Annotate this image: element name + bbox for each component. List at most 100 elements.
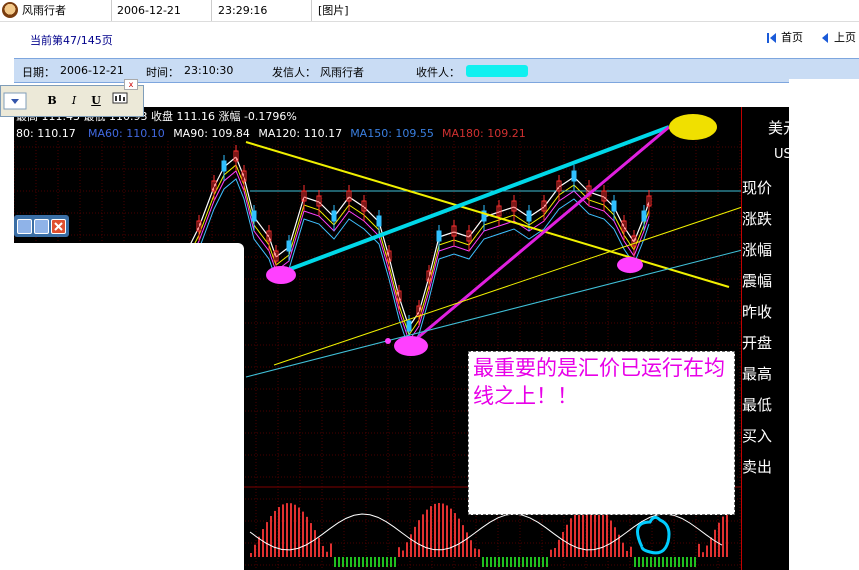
macd-bar xyxy=(626,550,628,557)
macd-bar xyxy=(454,513,456,557)
low-marker xyxy=(617,257,643,273)
right-margin xyxy=(789,79,859,570)
macd-bar xyxy=(258,536,260,557)
macd-bar xyxy=(302,511,304,557)
macd-bar xyxy=(502,557,504,567)
message-date: 2006-12-21 xyxy=(112,0,212,21)
macd-bar xyxy=(558,539,560,557)
format-toolbar: B I U xyxy=(0,85,144,117)
resistance-trendline xyxy=(245,141,730,288)
italic-button[interactable]: I xyxy=(65,92,83,110)
macd-bar xyxy=(522,557,524,567)
toolbar-close-button[interactable]: x xyxy=(124,79,138,90)
price-series xyxy=(181,145,746,351)
close-icon[interactable] xyxy=(51,219,66,234)
macd-bar xyxy=(718,522,720,557)
macd-bar xyxy=(614,527,616,557)
macd-bar xyxy=(334,557,336,567)
long-support-line xyxy=(273,202,755,366)
macd-bar xyxy=(538,557,540,567)
macd-bar xyxy=(402,550,404,557)
macd-bar xyxy=(390,557,392,567)
sender-value: 风雨行者 xyxy=(320,66,364,79)
candle-body xyxy=(526,210,532,222)
macd-bar xyxy=(330,543,332,557)
mini-window-controls[interactable] xyxy=(14,215,69,237)
macd-bar xyxy=(250,553,252,557)
message-row[interactable]: 风雨行者 2006-12-21 23:29:16 [图片] xyxy=(0,0,859,22)
quote-label: 现价 xyxy=(742,179,773,197)
macd-bar xyxy=(682,557,684,567)
macd-bar xyxy=(434,503,436,557)
macd-bar xyxy=(722,516,724,557)
macd-bar xyxy=(422,514,424,557)
macd-bar xyxy=(542,557,544,567)
macd-bar xyxy=(426,509,428,557)
macd-bar xyxy=(406,542,408,557)
macd-bar xyxy=(398,547,400,557)
minimize-icon[interactable] xyxy=(17,219,32,234)
macd-bar xyxy=(534,557,536,567)
annotation-text: 最重要的是汇价已运行在均线之上！！ xyxy=(473,356,725,408)
ma-legend-item: MA90: 109.84 xyxy=(173,127,250,140)
macd-bar xyxy=(498,557,500,567)
first-page-button[interactable]: 首页 xyxy=(767,30,803,46)
macd-bar xyxy=(518,557,520,567)
macd-bar xyxy=(578,508,580,557)
bold-button[interactable]: B xyxy=(43,92,61,110)
macd-bar xyxy=(666,557,668,567)
ma-legend-item: MA120: 110.17 xyxy=(258,127,342,140)
macd-bar xyxy=(438,503,440,557)
pager-bar: 当前第47/145页 首页 上页 xyxy=(0,24,859,52)
first-page-icon xyxy=(767,33,776,43)
maximize-icon[interactable] xyxy=(34,219,49,234)
message-attachment: [图片] xyxy=(318,4,349,17)
macd-bar xyxy=(474,548,476,557)
macd-bar xyxy=(358,557,360,567)
quote-label: 涨幅 xyxy=(742,241,773,259)
candle-body xyxy=(436,230,442,242)
underline-button[interactable]: U xyxy=(87,92,105,110)
macd-bar xyxy=(670,557,672,567)
quote-label: 买入 xyxy=(742,427,773,445)
macd-bar xyxy=(526,557,528,567)
macd-bar xyxy=(554,547,556,557)
recipient-redacted xyxy=(466,65,528,77)
macd-bar xyxy=(706,545,708,557)
macd-bar xyxy=(686,557,688,567)
macd-bar xyxy=(566,524,568,557)
candle-body xyxy=(331,210,337,222)
prev-page-button[interactable]: 上页 xyxy=(820,30,856,46)
quote-label: 最高 xyxy=(742,365,773,383)
macd-bar xyxy=(510,557,512,567)
macd-bar xyxy=(574,512,576,557)
message-sender: 风雨行者 xyxy=(0,0,112,21)
macd-bar xyxy=(318,537,320,557)
macd-bar xyxy=(690,557,692,567)
sender-label: 发信人： xyxy=(272,66,316,79)
macd-bar xyxy=(374,557,376,567)
macd-bar xyxy=(710,537,712,557)
time-value: 23:10:30 xyxy=(184,64,234,77)
candle-body xyxy=(641,210,647,222)
font-dropdown[interactable] xyxy=(3,92,27,110)
macd-bar xyxy=(610,520,612,557)
macd-bar xyxy=(322,545,324,557)
recipient-label: 收件人： xyxy=(416,66,460,79)
message-time: 23:29:16 xyxy=(212,0,312,21)
macd-bar xyxy=(290,503,292,557)
date-label: 日期： xyxy=(22,66,55,79)
image-button[interactable] xyxy=(111,92,129,110)
ma-legend-item: MA150: 109.55 xyxy=(350,127,434,140)
macd-bar xyxy=(394,557,396,567)
macd-bar xyxy=(658,557,660,567)
macd-bar xyxy=(530,557,532,567)
date-value: 2006-12-21 xyxy=(60,64,124,77)
low-marker xyxy=(394,336,428,356)
first-page-label: 首页 xyxy=(781,31,803,44)
macd-bar xyxy=(366,557,368,567)
low-marker xyxy=(266,266,296,284)
annotation-box[interactable]: 最重要的是汇价已运行在均线之上！！ xyxy=(468,351,735,515)
row-divider xyxy=(0,21,859,22)
quote-panel: 美元 US 现价 涨跌 涨幅 震幅 昨收 开盘 最高 最低 买入 卖出 xyxy=(741,107,798,570)
